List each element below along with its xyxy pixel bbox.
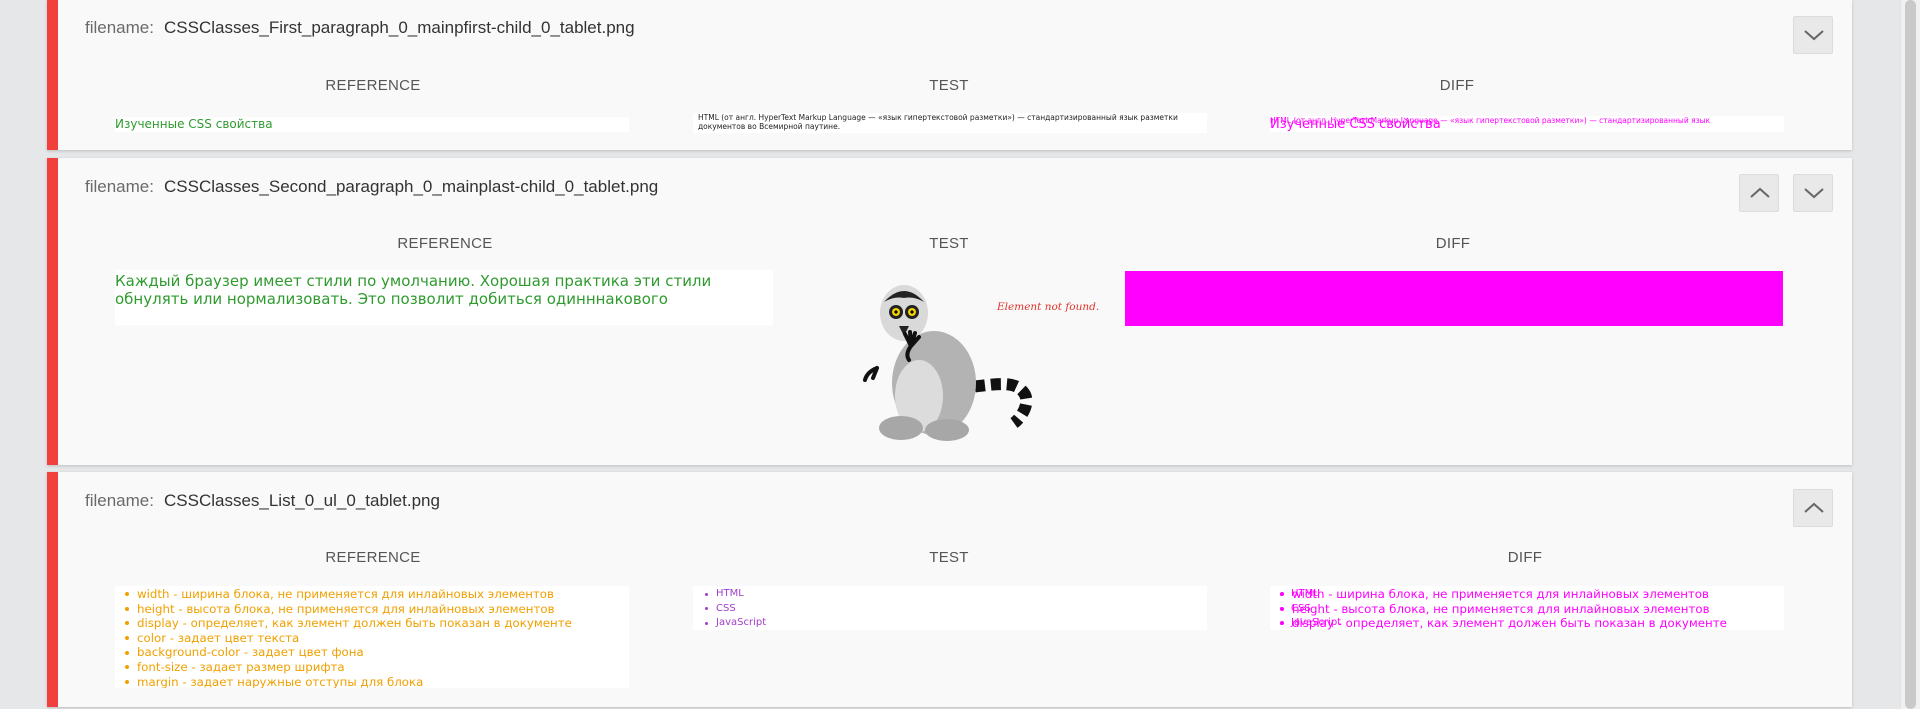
scrollbar-thumb[interactable] bbox=[1905, 0, 1916, 709]
filename-label: filename: bbox=[85, 491, 154, 510]
column-header-diff: DIFF bbox=[1507, 549, 1543, 566]
bullet-icon bbox=[1280, 606, 1284, 611]
filename-value: CSSClasses_First_paragraph_0_mainpfirst-… bbox=[163, 18, 635, 37]
list-item: height - высота блока, не применяется дл… bbox=[125, 602, 629, 617]
reference-image: width - ширина блока, не применяется для… bbox=[115, 586, 629, 688]
chevron-up-icon bbox=[1804, 502, 1824, 513]
diff-text-overlay-b: Изученные CSS свойства bbox=[1270, 117, 1441, 132]
bullet-icon bbox=[125, 636, 129, 641]
list-item: display - определяет, как элемент должен… bbox=[1280, 616, 1727, 630]
diff-card-2: filename: CSSClasses_Second_paragraph_0_m… bbox=[47, 158, 1852, 465]
reference-text: Каждый браузер имеет стили по умолчанию.… bbox=[115, 272, 712, 308]
bullet-icon bbox=[125, 592, 129, 597]
bullet-icon bbox=[1280, 621, 1284, 626]
status-bar bbox=[47, 472, 58, 707]
list-item: CSS bbox=[705, 602, 1207, 617]
diff-image: HTML (от англ. HyperText Markup Language… bbox=[1270, 116, 1784, 132]
previous-button[interactable] bbox=[1793, 489, 1833, 527]
filename-row: filename: CSSClasses_List_0_ul_0_tablet.p… bbox=[85, 491, 440, 511]
list-item: height - высота блока, не применяется дл… bbox=[1280, 602, 1727, 617]
diff-card-3: filename: CSSClasses_List_0_ul_0_tablet.p… bbox=[47, 472, 1852, 707]
lemur-illustration: Element not found. bbox=[839, 278, 1099, 448]
chevron-down-icon bbox=[1804, 188, 1824, 199]
bullet-icon bbox=[125, 665, 129, 670]
status-bar bbox=[47, 158, 58, 465]
reference-list: width - ширина блока, не применяется для… bbox=[115, 587, 629, 688]
filename-row: filename: CSSClasses_First_paragraph_0_ma… bbox=[85, 18, 635, 38]
test-image: HTML (от англ. HyperText Markup Language… bbox=[693, 113, 1207, 133]
chevron-down-icon bbox=[1804, 30, 1824, 41]
diff-image: HTML CSS JavaScript width - ширина блока… bbox=[1270, 586, 1784, 630]
element-not-found-text: Element not found. bbox=[997, 301, 1100, 313]
test-image: HTML CSS JavaScript bbox=[693, 586, 1207, 630]
reference-image: Изученные CSS свойства bbox=[115, 117, 629, 132]
column-header-test: TEST bbox=[929, 235, 969, 252]
column-header-test: TEST bbox=[929, 549, 969, 566]
bullet-icon bbox=[125, 606, 129, 611]
previous-button[interactable] bbox=[1739, 174, 1779, 212]
diff-image bbox=[1125, 271, 1783, 326]
filename-label: filename: bbox=[85, 18, 154, 37]
bullet-icon bbox=[705, 607, 708, 611]
collapse-button[interactable] bbox=[1793, 16, 1833, 54]
column-header-test: TEST bbox=[929, 77, 969, 94]
bullet-icon bbox=[1280, 592, 1284, 597]
filename-value: CSSClasses_Second_paragraph_0_mainplast-… bbox=[163, 177, 659, 196]
column-header-diff: DIFF bbox=[1439, 77, 1475, 94]
bullet-icon bbox=[125, 621, 129, 626]
column-header-diff: DIFF bbox=[1435, 235, 1471, 252]
chevron-up-icon bbox=[1750, 187, 1770, 198]
list-item: font-size - задает размер шрифта bbox=[125, 660, 629, 675]
bullet-icon bbox=[705, 592, 708, 596]
column-header-reference: REFERENCE bbox=[325, 549, 421, 566]
bullet-icon bbox=[125, 679, 129, 684]
list-item: background-color - задает цвет фона bbox=[125, 645, 629, 660]
test-list: HTML CSS JavaScript bbox=[693, 587, 1207, 630]
reference-text: Изученные CSS свойства bbox=[115, 117, 273, 131]
diff-card-1: filename: CSSClasses_First_paragraph_0_ma… bbox=[47, 0, 1852, 150]
column-header-reference: REFERENCE bbox=[325, 77, 421, 94]
list-item: display - определяет, как элемент должен… bbox=[125, 616, 629, 631]
page-scrollbar[interactable] bbox=[1900, 0, 1920, 709]
bullet-icon bbox=[125, 650, 129, 655]
bullet-icon bbox=[705, 621, 708, 625]
list-item: JavaScript bbox=[705, 616, 1207, 630]
list-item: color - задает цвет текста bbox=[125, 631, 629, 646]
reference-image: Каждый браузер имеет стили по умолчанию.… bbox=[115, 270, 773, 325]
filename-label: filename: bbox=[85, 177, 154, 196]
filename-value: CSSClasses_List_0_ul_0_tablet.png bbox=[163, 491, 440, 510]
list-item: margin - задает наружные отступы для бло… bbox=[125, 675, 629, 688]
status-bar bbox=[47, 0, 58, 150]
list-item: HTML bbox=[705, 587, 1207, 602]
filename-row: filename: CSSClasses_Second_paragraph_0_m… bbox=[85, 177, 658, 197]
list-item: width - ширина блока, не применяется для… bbox=[1280, 587, 1727, 602]
next-button[interactable] bbox=[1793, 174, 1833, 212]
column-header-reference: REFERENCE bbox=[397, 235, 493, 252]
test-text: HTML (от англ. HyperText Markup Language… bbox=[698, 113, 1178, 131]
diff-list-reference-overlay: width - ширина блока, не применяется для… bbox=[1280, 587, 1727, 630]
list-item: width - ширина блока, не применяется для… bbox=[125, 587, 629, 602]
